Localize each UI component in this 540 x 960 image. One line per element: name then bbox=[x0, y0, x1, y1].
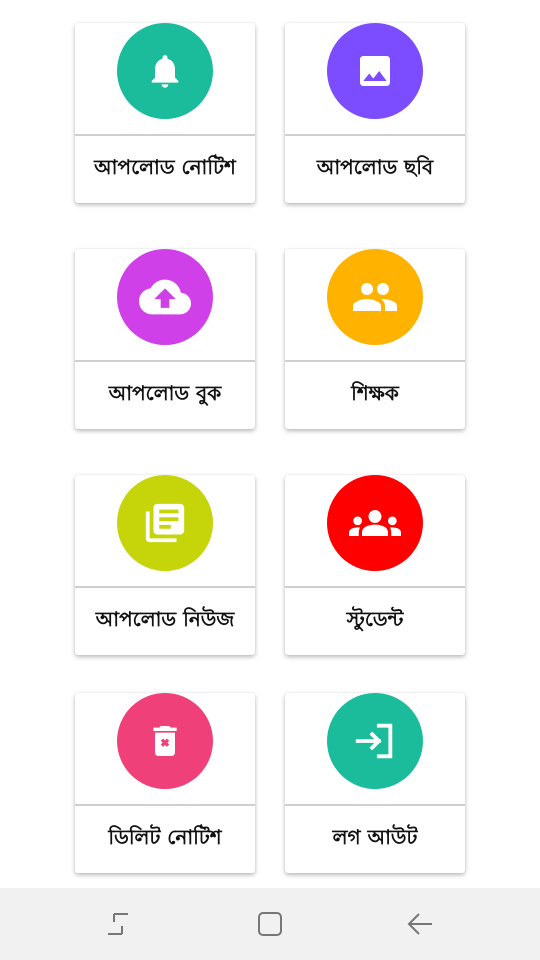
card-label: আপলোড নিউজ bbox=[95, 607, 235, 631]
logout-card[interactable]: লগ আউট bbox=[285, 693, 465, 873]
recent-apps-icon[interactable] bbox=[98, 908, 138, 940]
student-card[interactable]: স্টুডেন্ট bbox=[285, 475, 465, 655]
upload-image-card[interactable]: আপলোড ছবি bbox=[285, 23, 465, 203]
upload-notice-card[interactable]: আপলোড নোটিশ bbox=[75, 23, 255, 203]
bell-icon bbox=[117, 23, 213, 119]
card-label: ডিলিট নোটিশ bbox=[108, 825, 222, 849]
delete-notice-card[interactable]: ডিলিট নোটিশ bbox=[75, 693, 255, 873]
card-label: লগ আউট bbox=[332, 825, 418, 849]
cloud-upload-icon bbox=[117, 249, 213, 345]
card-label: স্টুডেন্ট bbox=[346, 607, 404, 631]
card-label: আপলোড ছবি bbox=[316, 155, 434, 179]
upload-news-card[interactable]: আপলোড নিউজ bbox=[75, 475, 255, 655]
image-icon bbox=[327, 23, 423, 119]
upload-book-card[interactable]: আপলোড বুক bbox=[75, 249, 255, 429]
back-icon[interactable] bbox=[400, 908, 440, 940]
teacher-card[interactable]: শিক্ষক bbox=[285, 249, 465, 429]
system-navigation-bar bbox=[0, 888, 540, 960]
people-icon bbox=[327, 249, 423, 345]
login-icon bbox=[327, 693, 423, 789]
group-icon bbox=[327, 475, 423, 571]
card-label: আপলোড বুক bbox=[108, 381, 222, 405]
home-icon[interactable] bbox=[250, 908, 290, 940]
card-label: আপলোড নোটিশ bbox=[94, 155, 236, 179]
card-label: শিক্ষক bbox=[351, 381, 399, 405]
news-icon bbox=[117, 475, 213, 571]
trash-icon bbox=[117, 693, 213, 789]
